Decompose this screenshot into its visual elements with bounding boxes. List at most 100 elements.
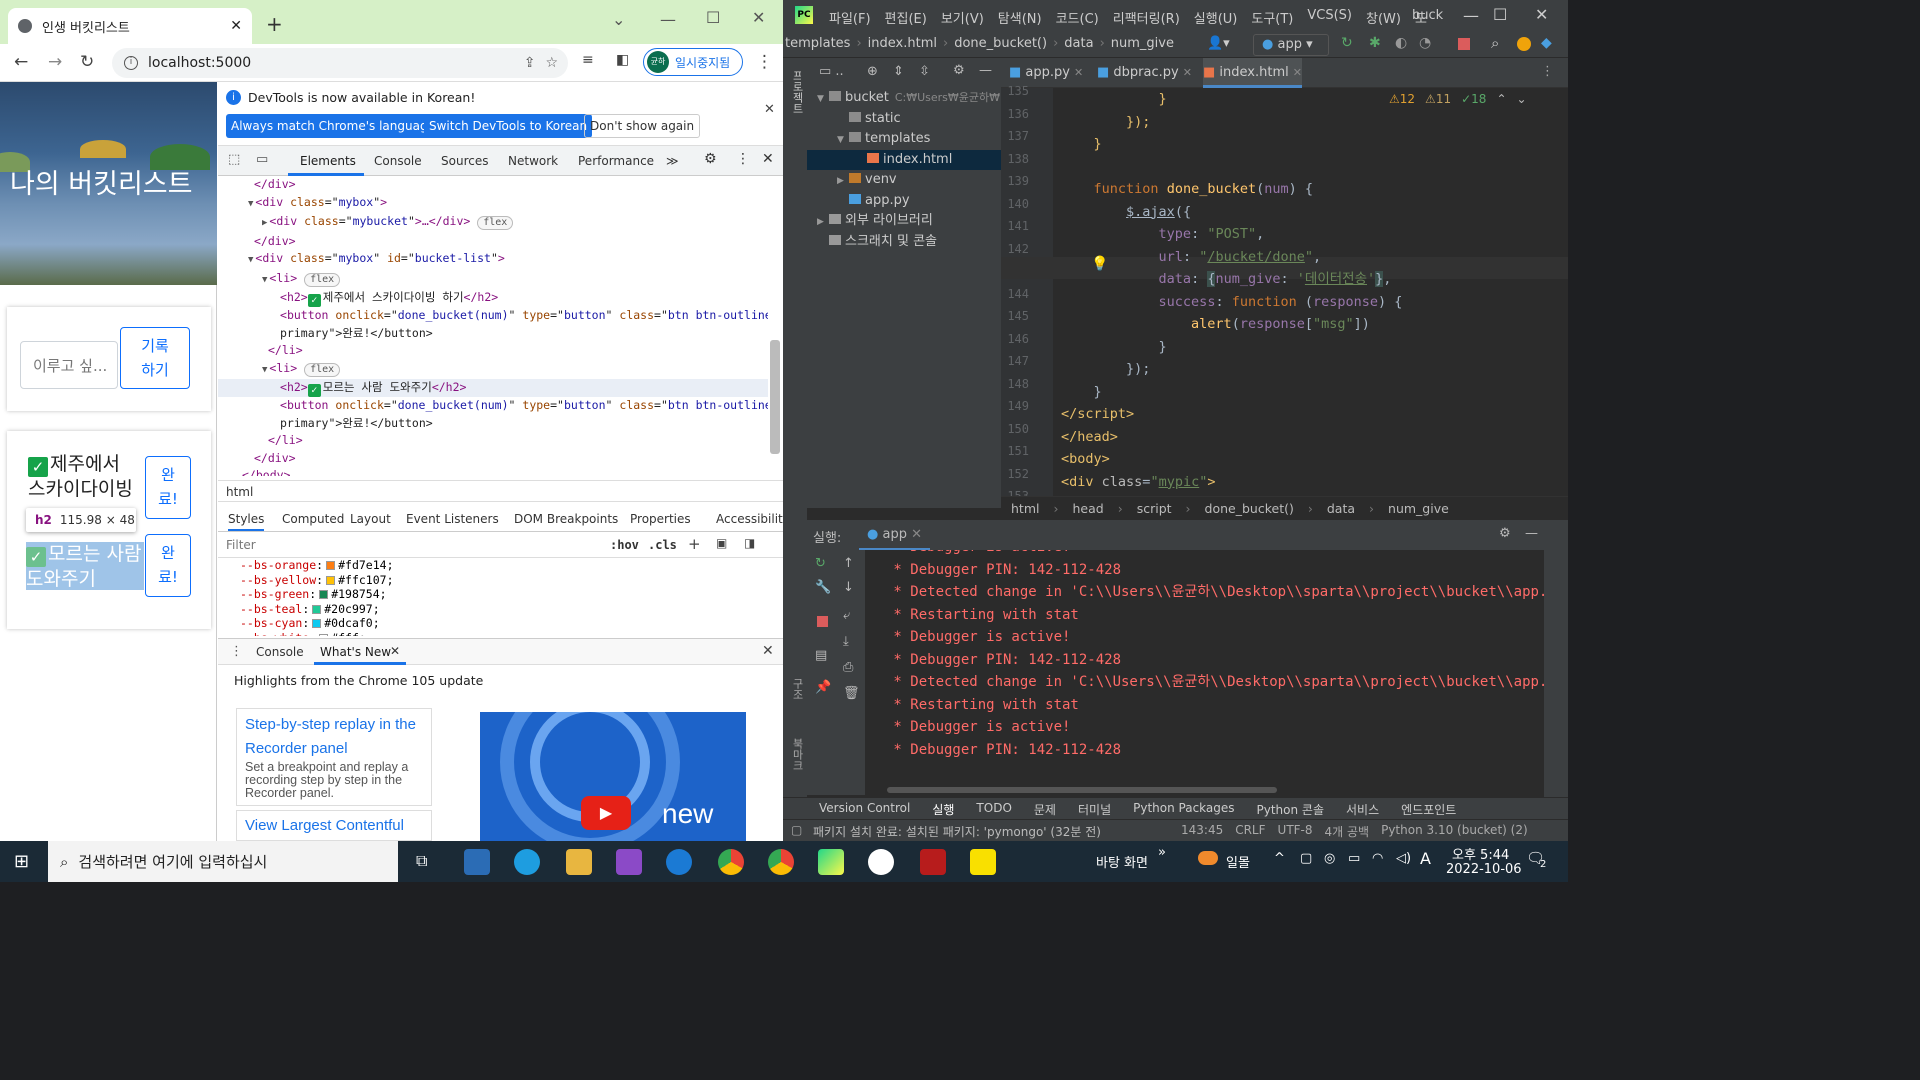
status-icon[interactable]: ▢ <box>791 823 802 837</box>
dom-node[interactable]: </div> <box>218 176 768 194</box>
expand-arrow-icon[interactable]: ▼ <box>248 255 253 265</box>
code-text[interactable]: } }); } function done_bucket(num) { $.aj… <box>1061 88 1541 496</box>
more-tabs-icon[interactable]: ≫ <box>666 154 679 168</box>
edge-icon[interactable] <box>514 849 540 875</box>
menu-item[interactable]: 코드(C) <box>1056 8 1099 27</box>
tree-item[interactable]: ▼ templates <box>807 129 1001 149</box>
trash-icon[interactable]: 🗑 <box>843 686 860 701</box>
bucket-input[interactable]: 이루고 싶... <box>20 341 118 389</box>
device-icon[interactable]: ▢ <box>1300 851 1312 866</box>
task-view-icon[interactable]: ⧉ <box>416 851 427 871</box>
expand-arrow-icon[interactable]: ▼ <box>262 275 267 285</box>
editor-tab[interactable]: ■ dbprac.py ✕ <box>1097 58 1192 88</box>
close-window-icon[interactable]: ✕ <box>752 8 765 27</box>
styles-tab[interactable]: Properties <box>630 512 691 526</box>
gear-icon[interactable]: ⚙ <box>1499 526 1511 541</box>
color-swatch[interactable] <box>319 633 329 636</box>
collapse-icon[interactable]: ⇳ <box>919 64 930 79</box>
code-crumb-item[interactable]: num_give <box>1388 501 1449 516</box>
run-console[interactable]: ↻ ↑ 🔧 ↓ ⤶ ⤓ ▤ ⎙ 📌 🗑 * Debugger is active… <box>807 550 1545 795</box>
hide-icon[interactable]: — <box>979 63 992 78</box>
tree-arrow-icon[interactable]: ▶ <box>817 212 829 231</box>
breadcrumb-item[interactable]: done_bucket() <box>954 36 1047 51</box>
dom-node[interactable]: ▼ <li> flex <box>218 270 768 290</box>
color-swatch[interactable] <box>326 561 336 570</box>
scrollbar[interactable] <box>887 787 1277 793</box>
flex-badge[interactable]: flex <box>477 216 514 230</box>
reload-icon[interactable]: ↻ <box>80 52 94 72</box>
down-icon[interactable]: ↓ <box>843 580 854 595</box>
match-language-button[interactable]: Always match Chrome's language <box>226 114 440 138</box>
kebab-menu-icon[interactable]: ⋮ <box>736 151 750 167</box>
menu-item[interactable]: 도구(T) <box>1251 8 1293 27</box>
tool-tab[interactable]: 터미널 <box>1078 801 1111 818</box>
breadcrumb-item[interactable]: templates <box>785 36 850 51</box>
search-icon[interactable]: ⌕ <box>1491 34 1499 52</box>
scroll-end-icon[interactable]: ⤓ <box>843 634 849 649</box>
css-variable[interactable]: --bs-white: #fff; <box>218 631 768 636</box>
close-window-icon[interactable]: ✕ <box>1535 5 1548 24</box>
ime-indicator[interactable]: A <box>1420 849 1431 868</box>
dom-node[interactable]: ▼ <div class="mybox"> <box>218 194 768 214</box>
breadcrumb-item[interactable]: data <box>1064 36 1093 51</box>
css-variable[interactable]: --bs-teal: #20c997; <box>218 602 768 617</box>
chevron-icon[interactable]: » <box>1158 845 1166 860</box>
dom-tree[interactable]: </div> ▼ <div class="mybox"> ▶ <div class="m… <box>218 176 768 476</box>
tree-item[interactable]: index.html <box>807 149 1001 170</box>
tool-tab[interactable]: 문제 <box>1034 801 1056 818</box>
dom-node[interactable]: ▼ <li> flex <box>218 360 768 380</box>
status-item[interactable]: UTF-8 <box>1278 823 1313 840</box>
scrollbar[interactable] <box>770 340 780 454</box>
css-variable[interactable]: --bs-cyan: #0dcaf0; <box>218 616 768 631</box>
tree-item[interactable]: app.py <box>807 191 1001 211</box>
dom-node[interactable]: primary">완료!</button> <box>218 415 768 433</box>
tree-item[interactable]: ▶ 외부 라이브러리 <box>807 211 1001 231</box>
color-swatch[interactable] <box>319 590 329 599</box>
file-explorer-icon[interactable] <box>566 849 592 875</box>
hov-toggle[interactable]: :hov <box>610 538 639 552</box>
code-editor[interactable]: 1351361371381391401411421431441451461471… <box>1001 84 1568 503</box>
tool-tab[interactable]: Python Packages <box>1133 801 1234 818</box>
code-crumb-item[interactable]: head <box>1072 501 1103 516</box>
dom-node[interactable]: <button onclick="done_bucket(num)" type=… <box>218 307 768 325</box>
wifi-icon[interactable]: ◠ <box>1372 851 1383 866</box>
close-icon[interactable]: ✕ <box>764 102 775 117</box>
profile-button[interactable]: 균하 일시중지됨 <box>643 48 743 76</box>
gear-icon[interactable]: ⚙ <box>704 151 717 167</box>
dom-node[interactable]: </li> <box>218 342 768 360</box>
tab-sources[interactable]: Sources <box>441 154 488 168</box>
css-variable[interactable]: --bs-yellow: #ffc107; <box>218 573 768 588</box>
new-tab-button[interactable]: + <box>266 12 283 36</box>
up-icon[interactable]: ↑ <box>843 556 854 571</box>
rerun-icon[interactable]: ↻ <box>815 556 826 571</box>
menu-item[interactable]: 보기(V) <box>941 8 984 27</box>
close-icon[interactable]: ✕ <box>1074 66 1083 79</box>
debug-icon[interactable]: ✱ <box>1369 35 1381 51</box>
done-button[interactable]: 완료! <box>145 456 191 519</box>
styles-tab[interactable]: Layout <box>350 512 391 526</box>
drawer-tab-console[interactable]: Console <box>256 645 304 659</box>
tab-network[interactable]: Network <box>508 154 558 168</box>
tray-chevron-icon[interactable]: ^ <box>1274 851 1285 866</box>
breadcrumb-item[interactable]: num_give <box>1111 36 1174 51</box>
layout-icon[interactable]: ▤ <box>815 648 827 663</box>
kebab-menu-icon[interactable]: ⋮ <box>1541 64 1554 79</box>
project-view-icon[interactable]: ▭ .. <box>819 64 844 79</box>
tool-tab[interactable]: Version Control <box>819 801 910 818</box>
code-crumb-item[interactable]: script <box>1137 501 1172 516</box>
menu-item[interactable]: 실행(U) <box>1194 8 1238 27</box>
bookmarks-tool-tab[interactable]: 북마크 <box>789 738 805 771</box>
tree-item[interactable]: ▶ venv <box>807 170 1001 190</box>
dont-show-button[interactable]: Don't show again <box>584 114 701 138</box>
wrap-icon[interactable]: ⤶ <box>843 608 850 623</box>
update-icon[interactable] <box>1517 37 1531 51</box>
menu-item[interactable]: 리팩터링(R) <box>1113 8 1180 27</box>
dom-node[interactable]: </li> <box>218 432 768 450</box>
slack-icon[interactable] <box>868 849 894 875</box>
flex-badge[interactable]: flex <box>304 272 341 287</box>
dom-node[interactable]: <button onclick="done_bucket(num)" type=… <box>218 397 768 415</box>
status-item[interactable]: Python 3.10 (bucket) (2) <box>1381 823 1528 840</box>
dom-node[interactable]: <h2> ✓ 모르는 사람 도와주기</h2> <box>218 379 768 397</box>
status-item[interactable]: 4개 공백 <box>1325 823 1370 840</box>
tab-performance[interactable]: Performance <box>578 154 654 168</box>
